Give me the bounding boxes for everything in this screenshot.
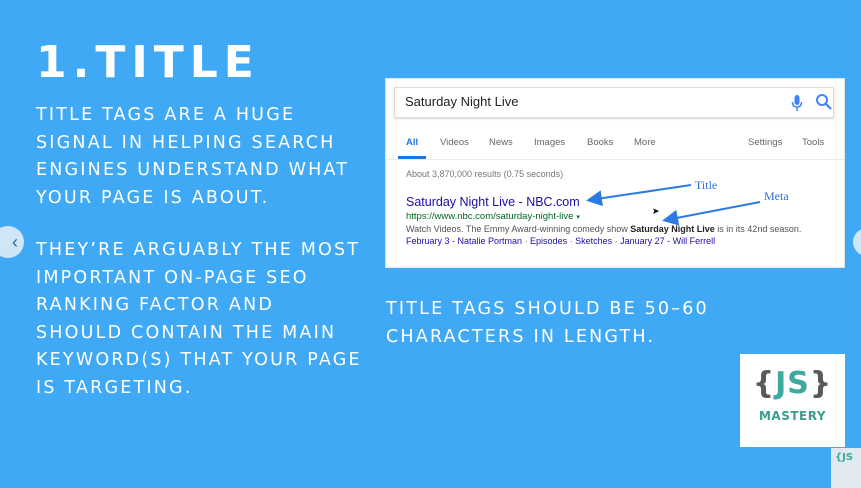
meta-arrow [662,201,761,226]
previous-slide-button[interactable]: ‹ [0,226,24,258]
slide-heading: 1.TITLE [36,37,260,88]
title-annotation-label: Title [695,178,718,192]
mouse-cursor-icon: ➤ [652,206,660,216]
importance-description: THEY’RE ARGUABLY THE MOST IMPORTANT ON-P… [36,240,362,398]
meta-annotation-label: Meta [764,189,789,203]
logo-wordmark: MASTERY [758,409,827,423]
next-slide-button[interactable] [853,228,861,256]
search-results-screenshot: Saturday Night Live All Videos News Imag… [386,79,844,267]
logo-mark: {JS} [752,366,833,401]
chevron-left-icon: ‹ [12,231,18,252]
title-length-note: TITLE TAGS SHOULD BE 50–60 CHARACTERS IN… [386,299,709,347]
js-mastery-logo: {JS} MASTERY [740,354,845,447]
title-arrow [586,184,692,207]
annotation-arrows [586,184,761,226]
title-tags-description: TITLE TAGS ARE A HUGE SIGNAL IN HELPING … [36,105,350,208]
logo-peek: {JS [831,448,861,488]
